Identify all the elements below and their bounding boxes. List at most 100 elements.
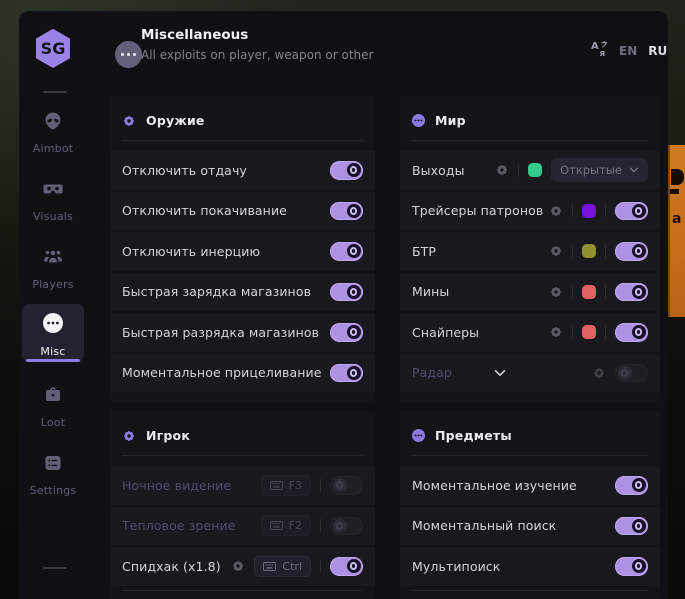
gear-icon[interactable]	[495, 163, 509, 177]
toggle-on[interactable]	[330, 161, 363, 180]
setting-row: Снайперы	[400, 313, 660, 352]
setting-label: Мультипоиск	[412, 559, 500, 574]
sidebar-item-players[interactable]: Players	[22, 239, 84, 291]
chevron-down-icon[interactable]	[494, 369, 506, 377]
keyboard-icon	[263, 562, 276, 571]
logo-cube-icon: SG	[35, 28, 71, 68]
toggle-off[interactable]	[330, 476, 363, 495]
section-player: Игрок Ночное видение F3	[110, 411, 375, 599]
toggle-on[interactable]	[615, 202, 648, 221]
toggle-on[interactable]	[330, 364, 363, 383]
page-title: Miscellaneous	[141, 27, 248, 43]
exits-dropdown[interactable]: Открытые	[551, 158, 648, 182]
setting-label: Спидхак (x1.8)	[122, 559, 221, 574]
cheat-menu-window: SG Aimbot Visuals	[19, 11, 668, 599]
color-swatch[interactable]	[582, 244, 596, 258]
setting-label: Радар	[412, 365, 452, 380]
gear-icon[interactable]	[231, 559, 245, 573]
sidebar-item-label: Settings	[22, 484, 84, 497]
app-logo: SG	[35, 28, 71, 72]
color-swatch[interactable]	[582, 204, 596, 218]
hotkey-label: Ctrl	[282, 560, 302, 573]
color-swatch[interactable]	[582, 285, 596, 299]
setting-label: Моментальное изучение	[412, 478, 577, 493]
sidebar-item-settings[interactable]: Settings	[22, 445, 84, 497]
gear-icon[interactable]	[549, 285, 563, 299]
gear-icon[interactable]	[549, 204, 563, 218]
setting-row: Тепловое зрение F2	[110, 507, 375, 546]
toggle-off[interactable]	[330, 517, 363, 536]
setting-row: Ночное видение F3	[110, 466, 375, 505]
lang-ru-button[interactable]: RU	[648, 44, 667, 58]
toggle-on[interactable]	[330, 557, 363, 576]
setting-row: Мины	[400, 273, 660, 312]
toggle-on[interactable]	[330, 323, 363, 342]
setting-row: Моментальное изучение	[400, 466, 660, 505]
sidebar-item-visuals[interactable]: Visuals	[22, 171, 84, 223]
toggle-on[interactable]	[330, 242, 363, 261]
setting-row: Трейсеры патронов	[400, 192, 660, 231]
divider	[320, 560, 321, 573]
section-title: Оружие	[146, 113, 205, 128]
toggle-on[interactable]	[330, 283, 363, 302]
keyboard-icon	[270, 481, 283, 490]
section-header: Оружие	[110, 96, 375, 141]
setting-row: Моментальный поиск	[400, 507, 660, 546]
setting-label: Трейсеры патронов	[412, 203, 543, 218]
section-world: Мир Выходы Открытые	[400, 96, 660, 401]
setting-label: БТР	[412, 244, 436, 259]
divider	[122, 140, 363, 141]
translate-icon[interactable]: A я	[591, 40, 608, 61]
gear-icon[interactable]	[592, 366, 606, 380]
setting-row: Быстрая разрядка магазинов	[110, 313, 375, 352]
toggle-off[interactable]	[615, 364, 648, 383]
divider	[518, 164, 519, 177]
toggle-on[interactable]	[615, 323, 648, 342]
color-swatch[interactable]	[582, 325, 596, 339]
toggle-on[interactable]	[615, 517, 648, 536]
section-header: Предметы	[400, 411, 660, 456]
hotkey-badge[interactable]: F3	[261, 475, 311, 496]
sidebar: SG Aimbot Visuals	[19, 11, 97, 599]
sign-mark	[671, 169, 684, 185]
divider	[572, 326, 573, 339]
divider	[605, 285, 606, 298]
toggle-on[interactable]	[615, 242, 648, 261]
hotkey-badge[interactable]: Ctrl	[254, 556, 311, 577]
ellipsis-icon	[412, 429, 425, 442]
setting-label: Отключить инерцию	[122, 244, 260, 259]
divider	[412, 590, 648, 591]
setting-row: Быстрая зарядка магазинов	[110, 273, 375, 312]
setting-row-radar: Радар	[400, 354, 660, 393]
sidebar-item-aimbot[interactable]: Aimbot	[22, 103, 84, 155]
toggle-on[interactable]	[615, 557, 648, 576]
active-accent-bar	[26, 359, 80, 362]
toggle-on[interactable]	[615, 283, 648, 302]
setting-label: Моментальное прицеливание	[122, 365, 322, 380]
color-swatch[interactable]	[528, 163, 542, 177]
hotkey-badge[interactable]: F2	[261, 515, 311, 536]
keyboard-icon	[270, 521, 283, 530]
setting-row: Спидхак (x1.8) Ctrl	[110, 547, 375, 586]
setting-label: Выходы	[412, 163, 465, 178]
toggle-on[interactable]	[615, 476, 648, 495]
sidebar-item-misc[interactable]: Misc	[22, 304, 84, 362]
divider	[122, 590, 363, 591]
setting-label: Отключить покачивание	[122, 203, 287, 218]
vr-goggles-icon	[43, 179, 63, 199]
setting-label: Отключить отдачу	[122, 163, 247, 178]
divider	[605, 245, 606, 258]
setting-row: Моментальное прицеливание	[110, 354, 375, 393]
setting-row: Отключить покачивание	[110, 192, 375, 231]
toggle-on[interactable]	[330, 202, 363, 221]
gear-icon[interactable]	[549, 325, 563, 339]
gear-icon[interactable]	[549, 244, 563, 258]
sidebar-item-loot[interactable]: Loot	[22, 377, 84, 429]
divider	[122, 455, 363, 456]
sidebar-item-label: Aimbot	[22, 142, 84, 155]
divider	[412, 455, 648, 456]
sidebar-divider	[43, 91, 67, 93]
lang-en-button[interactable]: EN	[619, 44, 637, 58]
language-switcher: A я EN RU	[591, 40, 667, 61]
divider	[572, 204, 573, 217]
